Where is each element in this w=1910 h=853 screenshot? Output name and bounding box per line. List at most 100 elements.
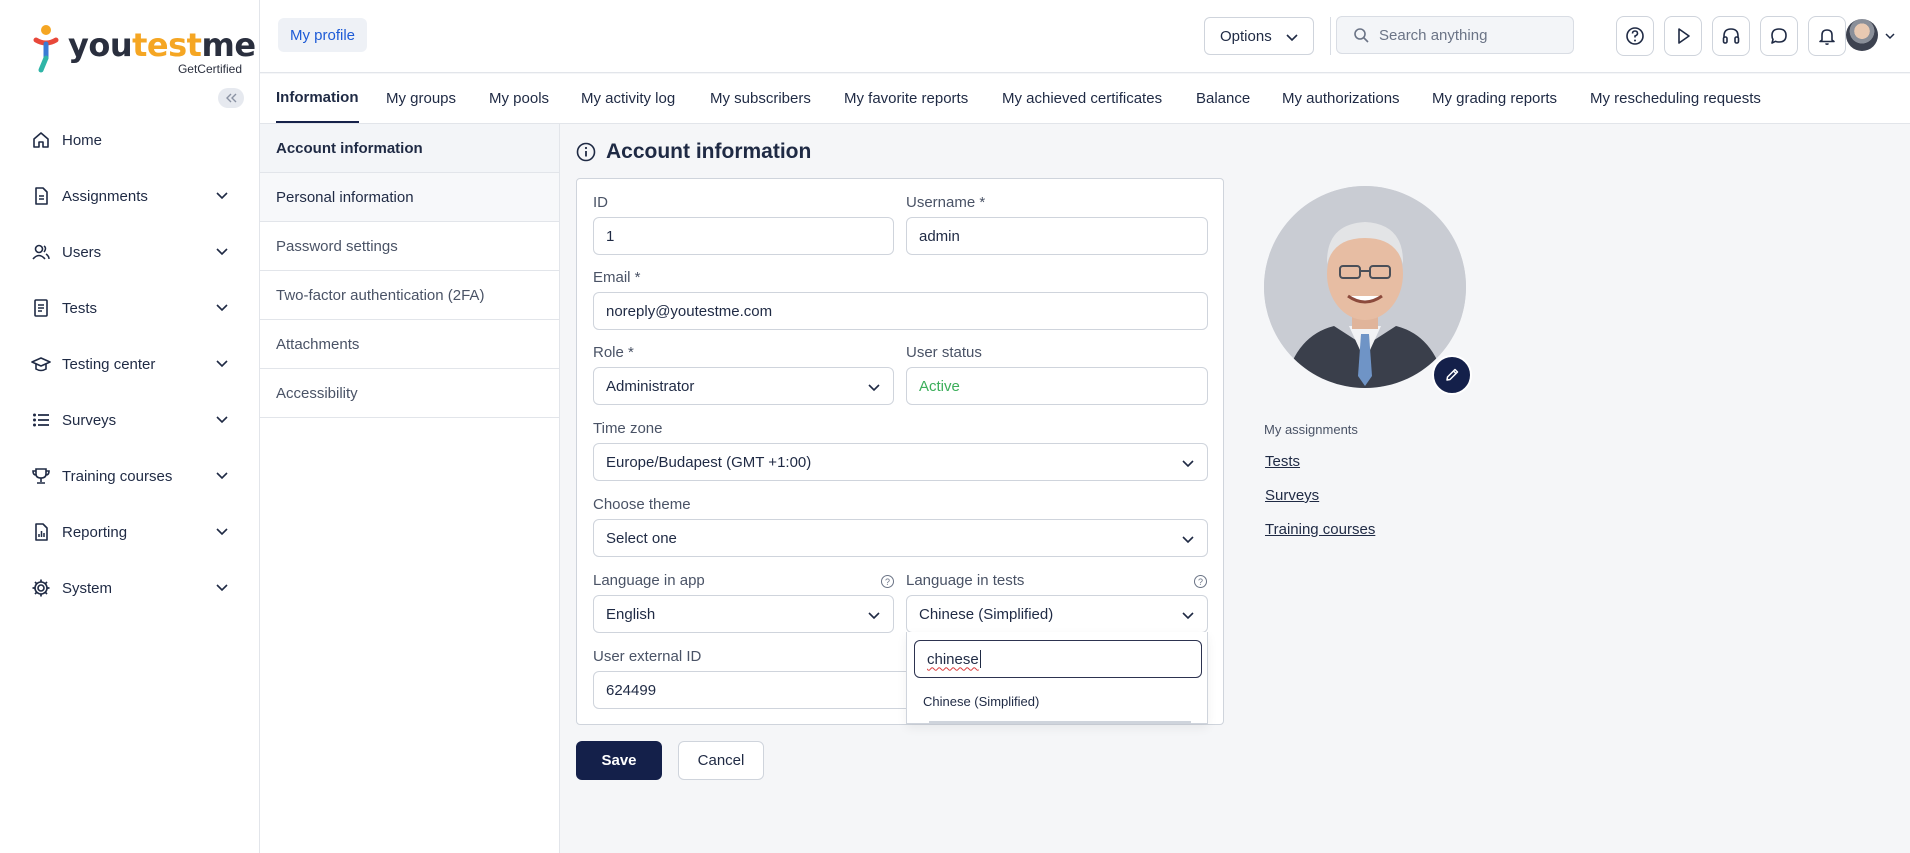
tab-balance[interactable]: Balance xyxy=(1196,74,1250,123)
sidebar-item-assignments[interactable]: Assignments xyxy=(0,168,259,224)
theme-value: Select one xyxy=(606,529,677,547)
language-in-tests-label: Language in tests xyxy=(906,572,1025,589)
sidebar-item-training-courses[interactable]: Training courses xyxy=(0,448,259,504)
double-chevron-left-icon xyxy=(226,93,237,103)
role-select[interactable]: Administrator xyxy=(593,367,894,405)
sidebar-item-testing-center[interactable]: Testing center xyxy=(0,336,259,392)
time-zone-value: Europe/Budapest (GMT +1:00) xyxy=(606,453,812,471)
role-label: Role * xyxy=(593,344,634,361)
time-zone-select[interactable]: Europe/Budapest (GMT +1:00) xyxy=(593,443,1208,481)
submenu-accessibility[interactable]: Accessibility xyxy=(260,369,559,418)
assignment-link-training-courses[interactable]: Training courses xyxy=(1265,521,1375,538)
tab-my-achieved-certificates[interactable]: My achieved certificates xyxy=(1002,74,1162,123)
dropdown-filter-input[interactable]: chinese xyxy=(914,640,1202,678)
chevron-down-icon xyxy=(1182,612,1194,620)
report-icon xyxy=(30,521,52,543)
theme-select[interactable]: Select one xyxy=(593,519,1208,557)
search-icon xyxy=(1354,28,1369,43)
information-submenu: Account information Personal information… xyxy=(260,124,560,853)
language-in-tests-select[interactable]: Chinese (Simplified) xyxy=(906,595,1208,633)
help-button[interactable] xyxy=(1616,16,1654,56)
tab-my-activity-log[interactable]: My activity log xyxy=(581,74,675,123)
graduation-cap-icon xyxy=(30,353,52,375)
support-button[interactable] xyxy=(1712,16,1750,56)
sidebar-item-label: Reporting xyxy=(62,523,128,541)
collapse-sidebar-button[interactable] xyxy=(218,88,244,108)
username-label: Username * xyxy=(906,194,986,211)
sidebar-item-label: Surveys xyxy=(62,411,117,429)
assignment-link-tests[interactable]: Tests xyxy=(1265,453,1300,470)
sidebar-item-reporting[interactable]: Reporting xyxy=(0,504,259,560)
edit-photo-button[interactable] xyxy=(1432,355,1472,395)
help-icon[interactable]: ? xyxy=(881,575,894,588)
dropdown-scrollbar[interactable] xyxy=(929,721,1191,723)
tab-my-grading-reports[interactable]: My grading reports xyxy=(1432,74,1557,123)
submenu-two-factor-authentication[interactable]: Two-factor authentication (2FA) xyxy=(260,271,559,320)
logo-figure-icon xyxy=(33,25,59,73)
users-icon xyxy=(30,241,52,263)
chevron-down-icon xyxy=(216,304,228,312)
search-box[interactable] xyxy=(1336,16,1574,54)
tab-my-rescheduling-requests[interactable]: My rescheduling requests xyxy=(1590,74,1761,123)
tab-my-subscribers[interactable]: My subscribers xyxy=(710,74,811,123)
email-field[interactable]: noreply@youtestme.com xyxy=(593,292,1208,330)
sidebar: youtestme GetCertified Home Assignments … xyxy=(0,0,260,853)
submenu-account-information[interactable]: Account information xyxy=(260,124,559,173)
email-label: Email * xyxy=(593,269,641,286)
help-icon xyxy=(1626,27,1644,45)
tab-my-favorite-reports[interactable]: My favorite reports xyxy=(844,74,968,123)
tab-my-authorizations[interactable]: My authorizations xyxy=(1282,74,1400,123)
chevron-down-icon xyxy=(216,584,228,592)
help-icon[interactable]: ? xyxy=(1194,575,1207,588)
sidebar-item-users[interactable]: Users xyxy=(0,224,259,280)
chevron-down-icon xyxy=(868,384,880,392)
chevron-down-icon xyxy=(1182,536,1194,544)
sidebar-item-label: Testing center xyxy=(62,355,156,373)
assignment-link-surveys[interactable]: Surveys xyxy=(1265,487,1319,504)
sidebar-nav: Home Assignments Users Tests Testing cen… xyxy=(0,112,259,616)
breadcrumb-my-profile[interactable]: My profile xyxy=(278,18,368,52)
language-in-tests-value: Chinese (Simplified) xyxy=(919,605,1054,623)
tab-my-groups[interactable]: My groups xyxy=(386,74,456,123)
sidebar-item-tests[interactable]: Tests xyxy=(0,280,259,336)
submenu-password-settings[interactable]: Password settings xyxy=(260,222,559,271)
tab-information[interactable]: Information xyxy=(276,74,359,123)
bell-icon xyxy=(1819,29,1835,45)
search-input[interactable] xyxy=(1379,26,1559,44)
sidebar-item-surveys[interactable]: Surveys xyxy=(0,392,259,448)
sidebar-item-system[interactable]: System xyxy=(0,560,259,616)
dropdown-option-chinese-simplified[interactable]: Chinese (Simplified) xyxy=(923,694,1039,709)
submenu-attachments[interactable]: Attachments xyxy=(260,320,559,369)
sidebar-item-label: System xyxy=(62,579,113,597)
logo-subtitle: GetCertified xyxy=(177,62,242,76)
submenu-personal-information[interactable]: Personal information xyxy=(260,173,559,222)
youtestme-logo[interactable]: youtestme GetCertified xyxy=(32,22,256,78)
dropdown-filter-text: chinese xyxy=(927,650,979,668)
cancel-button[interactable]: Cancel xyxy=(678,741,764,780)
user-status-label: User status xyxy=(906,344,982,361)
options-label: Options xyxy=(1220,27,1272,45)
chat-button[interactable] xyxy=(1760,16,1798,56)
options-button[interactable]: Options xyxy=(1204,17,1314,55)
save-button[interactable]: Save xyxy=(576,741,662,780)
info-icon xyxy=(576,142,596,162)
notifications-button[interactable] xyxy=(1808,16,1846,56)
chevron-down-icon xyxy=(1182,460,1194,468)
user-avatar[interactable] xyxy=(1846,19,1878,51)
role-value: Administrator xyxy=(606,377,695,395)
sidebar-item-label: Tests xyxy=(62,299,98,317)
language-in-app-select[interactable]: English xyxy=(593,595,894,633)
user-external-id-label: User external ID xyxy=(593,648,702,665)
chevron-down-icon[interactable] xyxy=(1884,30,1896,42)
id-label: ID xyxy=(593,194,608,211)
chevron-down-icon xyxy=(216,472,228,480)
list-icon xyxy=(30,409,52,431)
language-dropdown-panel: chinese Chinese (Simplified) xyxy=(906,632,1208,724)
tab-my-pools[interactable]: My pools xyxy=(489,74,549,123)
username-field[interactable]: admin xyxy=(906,217,1208,255)
section-header: Account information xyxy=(576,140,811,164)
play-button[interactable] xyxy=(1664,16,1702,56)
sidebar-item-home[interactable]: Home xyxy=(0,112,259,168)
id-field[interactable]: 1 xyxy=(593,217,894,255)
document-icon xyxy=(30,185,52,207)
